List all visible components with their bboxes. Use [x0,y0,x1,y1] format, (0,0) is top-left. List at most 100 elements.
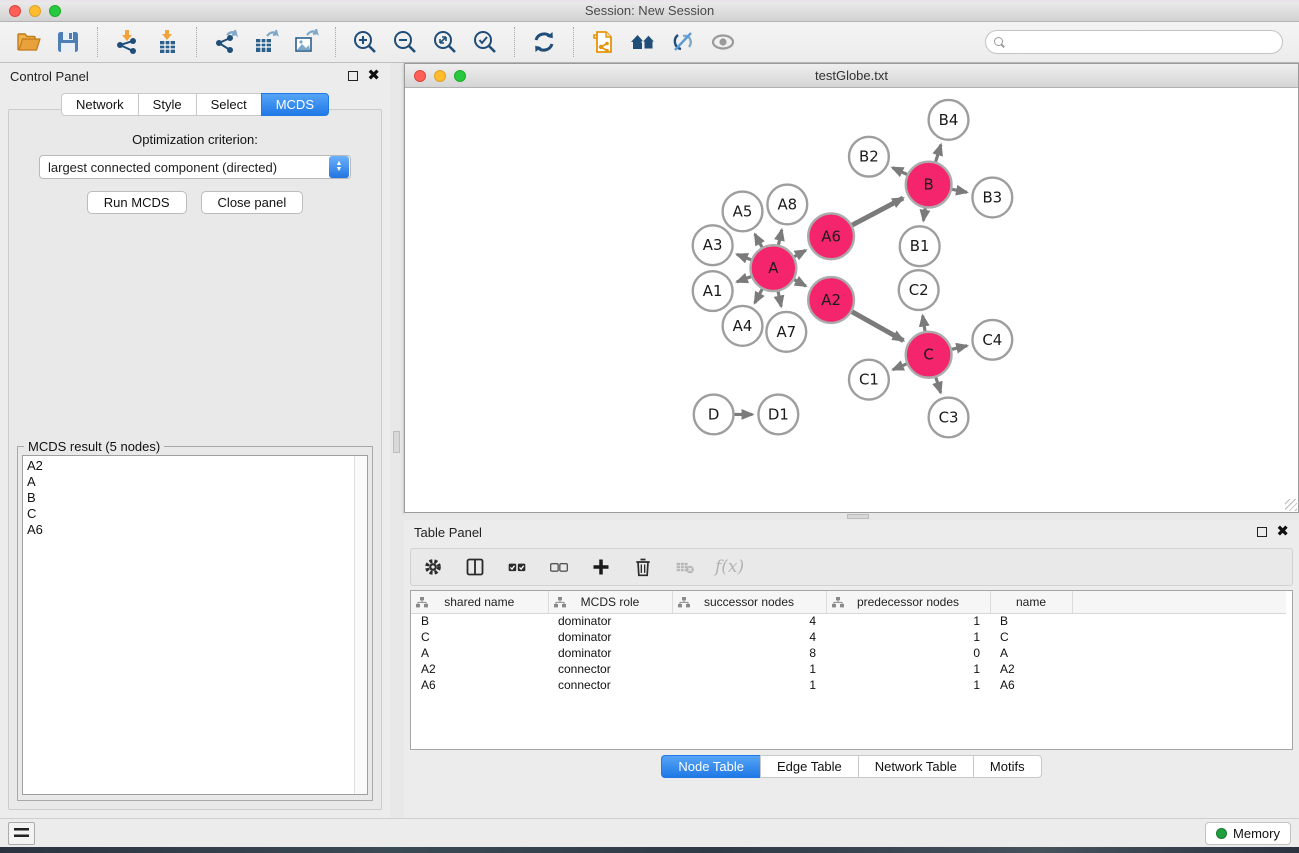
table-cell[interactable]: A6 [411,677,548,693]
zoom-out-button[interactable] [387,26,423,58]
edge-B-B3[interactable] [952,189,967,192]
table-row[interactable]: A6connector11A6 [411,677,1286,693]
table-cell[interactable]: 1 [826,661,990,677]
graph-node-A1[interactable]: A1 [693,271,733,311]
edge-C-C4[interactable] [952,346,967,350]
edge-A-A2[interactable] [794,280,806,286]
tab-network-table[interactable]: Network Table [858,755,973,778]
table-row[interactable]: Cdominator41C [411,629,1286,645]
edge-B-B1[interactable] [923,208,925,220]
node-table-container[interactable]: shared nameMCDS rolesuccessor nodesprede… [410,590,1293,750]
graph-node-C4[interactable]: C4 [972,320,1012,360]
home-button[interactable] [625,26,661,58]
edge-A-A5[interactable] [755,234,762,247]
graph-node-C[interactable]: C [906,332,952,378]
table-cell[interactable]: dominator [548,629,672,645]
table-cell[interactable]: 1 [826,677,990,693]
table-cell[interactable]: A [411,645,548,661]
graph-node-A8[interactable]: A8 [767,185,807,225]
graph-node-A[interactable]: A [750,245,796,291]
result-scrollbar[interactable] [354,456,367,794]
table-cell[interactable]: connector [548,661,672,677]
table-cell[interactable]: 4 [672,629,826,645]
table-cell[interactable]: A [990,645,1072,661]
import-table-button[interactable] [149,26,185,58]
graph-node-A3[interactable]: A3 [693,225,733,265]
edge-A-A1[interactable] [737,277,751,282]
edge-B-B2[interactable] [892,168,907,175]
open-file-button[interactable] [10,26,46,58]
graph-node-B4[interactable]: B4 [929,100,969,140]
network-file-button[interactable] [585,26,621,58]
table-cell[interactable]: dominator [548,613,672,629]
graph-node-B[interactable]: B [906,162,952,208]
network-graph[interactable]: B4B2BB3A5A8A6A3B1AA1C2A2A4A7C4CC1C3DD1 [407,88,1296,510]
zoom-fit-button[interactable] [427,26,463,58]
table-cell[interactable]: 1 [826,613,990,629]
graph-node-A4[interactable]: A4 [723,306,763,346]
mcds-result-item[interactable]: A6 [27,522,350,538]
tab-mcds[interactable]: MCDS [261,93,329,116]
table-cell[interactable]: 1 [672,661,826,677]
table-cell[interactable]: C [990,629,1072,645]
graph-node-B2[interactable]: B2 [849,137,889,177]
close-panel-icon[interactable]: ✖ [367,71,380,81]
graph-node-D[interactable]: D [694,395,734,435]
mcds-result-item[interactable]: A [27,474,350,490]
network-canvas[interactable]: B4B2BB3A5A8A6A3B1AA1C2A2A4A7C4CC1C3DD1 [407,88,1296,510]
column-header-name[interactable]: name [990,591,1072,613]
table-cell[interactable]: 8 [672,645,826,661]
mcds-result-item[interactable]: C [27,506,350,522]
graph-node-A5[interactable]: A5 [723,192,763,232]
toggle-columns-button[interactable] [463,555,487,579]
table-cell[interactable]: A2 [411,661,548,677]
run-mcds-button[interactable]: Run MCDS [87,191,187,214]
edge-C-C2[interactable] [923,316,925,332]
graph-node-C3[interactable]: C3 [929,398,969,438]
column-header-successor-nodes[interactable]: successor nodes [672,591,826,613]
import-network-button[interactable] [109,26,145,58]
edge-A-A7[interactable] [778,292,781,307]
table-cell[interactable]: 0 [826,645,990,661]
table-cell[interactable]: 1 [826,629,990,645]
eye-button[interactable] [705,26,741,58]
export-image-button[interactable] [288,26,324,58]
tab-edge-table[interactable]: Edge Table [760,755,858,778]
table-cell[interactable]: B [411,613,548,629]
vertical-splitter[interactable] [390,63,404,818]
table-row[interactable]: Bdominator41B [411,613,1286,629]
export-table-button[interactable] [248,26,284,58]
search-input[interactable] [1011,35,1274,49]
zoom-in-button[interactable] [347,26,383,58]
memory-button[interactable]: Memory [1205,822,1291,845]
table-cell[interactable]: 1 [672,677,826,693]
select-all-columns-button[interactable] [505,555,529,579]
tab-node-table[interactable]: Node Table [661,755,760,778]
float-panel-icon[interactable] [348,71,358,81]
task-history-button[interactable] [8,822,35,845]
mcds-result-list[interactable]: A2ABCA6 [22,455,368,795]
table-cell[interactable]: C [411,629,548,645]
graph-node-A6[interactable]: A6 [808,213,854,259]
resize-corner[interactable] [1285,499,1297,511]
column-header-predecessor-nodes[interactable]: predecessor nodes [826,591,990,613]
column-header-MCDS-role[interactable]: MCDS role [548,591,672,613]
table-cell[interactable]: B [990,613,1072,629]
table-cell[interactable]: A6 [990,677,1072,693]
edge-A-A8[interactable] [778,230,781,245]
zoom-selected-button[interactable] [467,26,503,58]
table-cell[interactable]: dominator [548,645,672,661]
mcds-result-item[interactable]: B [27,490,350,506]
table-cell[interactable]: A2 [990,661,1072,677]
search-box[interactable] [985,30,1283,54]
tab-network[interactable]: Network [61,93,138,116]
horizontal-splitter[interactable] [404,513,1299,520]
edge-A-A6[interactable] [794,250,806,256]
edge-A-A3[interactable] [737,254,751,259]
graph-node-D1[interactable]: D1 [758,395,798,435]
edge-A-A4[interactable] [755,289,762,303]
table-cell[interactable]: connector [548,677,672,693]
close-panel-button[interactable]: Close panel [201,191,304,214]
edge-B-B4[interactable] [936,145,941,162]
edge-C-C3[interactable] [936,378,941,393]
